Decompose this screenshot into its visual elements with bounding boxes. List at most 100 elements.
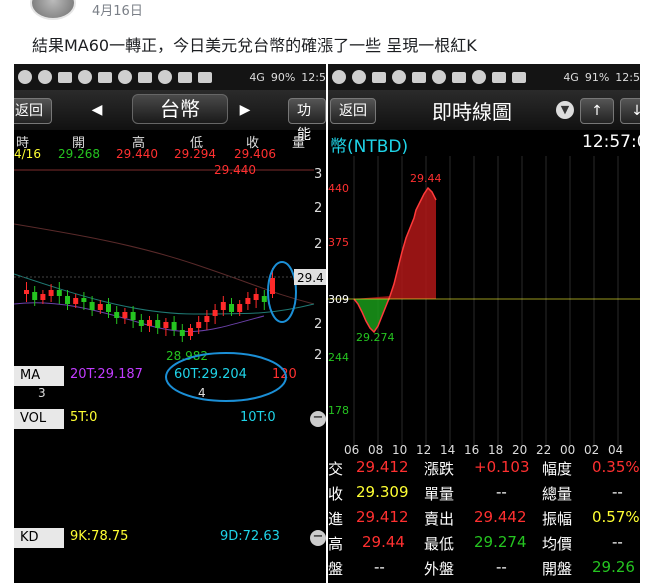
down-button[interactable]: ↓ <box>620 98 640 124</box>
intraday-chart: 440 375 309 244 178 29.44 29.274 06 08 10 1… <box>328 156 640 456</box>
candle <box>114 312 120 318</box>
app-icon <box>38 70 52 84</box>
candle <box>163 322 169 328</box>
table-cell: 進 <box>328 510 344 528</box>
symbol-label: 幣(NTBD) <box>330 137 409 157</box>
vol-5t: 5T:0 <box>70 410 98 425</box>
minus-icon[interactable]: − <box>310 411 326 427</box>
table-cell: 振幅 <box>542 510 573 528</box>
candle <box>32 292 38 300</box>
status-bar: 4G 91% 12:5 <box>328 64 640 90</box>
table-cell: +0.103 <box>474 458 530 476</box>
back-button[interactable]: 返回 <box>14 98 52 124</box>
candle <box>261 296 267 302</box>
y-label: 375 <box>328 236 349 249</box>
table-cell: -- <box>496 558 507 576</box>
post-date[interactable]: 4月16日 <box>92 0 143 19</box>
battery-level: 90% <box>270 70 296 84</box>
time-label: 06 <box>344 443 359 456</box>
candle <box>106 304 111 312</box>
time-label: 18 <box>488 443 503 456</box>
candle <box>97 304 103 310</box>
candle <box>229 304 234 312</box>
candle <box>48 290 54 296</box>
table-row: 交 29.412 漲跌 +0.103 幅度 0.35% <box>328 458 640 483</box>
signal-indicator: 4G <box>249 70 265 84</box>
avatar[interactable] <box>30 0 76 20</box>
back-button[interactable]: 返回 <box>330 98 376 124</box>
table-cell: 29.274 <box>474 533 527 551</box>
facebook-icon <box>512 71 526 83</box>
kd-k: 9K:78.75 <box>70 529 129 544</box>
high-annotation: 29.440 <box>214 164 256 177</box>
candle <box>270 278 275 294</box>
quote-header: 時 開 高 低 收 量 4/16 29.268 29.440 29.294 29… <box>14 132 326 164</box>
clock: 12:5 <box>301 70 326 84</box>
table-cell: -- <box>374 558 385 576</box>
table-cell: 0.57% <box>592 508 640 526</box>
table-cell: 賣出 <box>424 510 455 528</box>
title-bar: 返回 即時線圖 ▼ ↑ ↓ <box>328 90 640 130</box>
dropdown-icon[interactable]: ▼ <box>556 101 574 119</box>
table-row: 盤 -- 外盤 -- 開盤 29.26 <box>328 558 640 583</box>
quote-low: 29.294 <box>174 147 216 161</box>
quote-open: 29.268 <box>58 147 100 161</box>
candle <box>155 320 161 328</box>
time-label: 20 <box>512 443 527 456</box>
post-text: 結果MA60一轉正，今日美元兌台幣的確漲了一些 呈現一根紅K <box>32 36 477 55</box>
candle <box>56 290 62 296</box>
date-axis: 3 4 <box>14 386 326 402</box>
table-row: 進 29.412 賣出 29.442 振幅 0.57% <box>328 508 640 533</box>
time-label: 14 <box>440 443 455 456</box>
function-button[interactable]: 功能 <box>288 98 326 143</box>
candle <box>188 328 193 336</box>
table-cell: 交 <box>328 460 344 478</box>
candle <box>245 298 251 304</box>
table-cell: 29.309 <box>356 483 409 501</box>
quote-close: 29.406 <box>234 147 276 161</box>
kd-tag[interactable]: KD <box>14 528 64 548</box>
candle <box>81 298 87 302</box>
candle <box>253 294 259 300</box>
time-label: 16 <box>464 443 479 456</box>
candle <box>89 302 95 310</box>
table-cell: 29.442 <box>474 508 527 526</box>
time-label: 10 <box>392 443 407 456</box>
quote-date: 4/16 <box>14 147 41 161</box>
y-label: 178 <box>328 404 349 417</box>
table-cell: 單量 <box>424 485 455 503</box>
time-label: 22 <box>536 443 551 456</box>
mail-icon <box>178 71 192 83</box>
table-row: 高 29.44 最低 29.274 均價 -- <box>328 533 640 558</box>
candle <box>220 302 226 310</box>
table-cell: 0.35% <box>592 458 640 476</box>
battery-level: 91% <box>584 70 610 84</box>
app-icon <box>332 70 346 84</box>
table-cell: 開盤 <box>542 560 573 578</box>
table-cell: -- <box>612 533 623 551</box>
image-icon <box>198 71 212 83</box>
prev-arrow-icon[interactable]: ◀ <box>82 98 112 124</box>
alarm-icon <box>432 70 446 84</box>
ma20-line <box>14 302 265 332</box>
table-cell: 收 <box>328 485 344 503</box>
up-button[interactable]: ↑ <box>580 98 614 124</box>
minus-icon[interactable]: − <box>310 530 326 546</box>
candle <box>147 320 152 326</box>
y-label: 244 <box>328 351 349 364</box>
alarm-icon <box>118 70 132 84</box>
vol-tag[interactable]: VOL <box>14 409 64 429</box>
table-cell: 均價 <box>542 535 573 553</box>
next-arrow-icon[interactable]: ▶ <box>230 98 260 124</box>
candle <box>122 312 128 318</box>
table-cell: 29.412 <box>356 508 409 526</box>
time-label: 04 <box>608 443 623 456</box>
clock: 12:5 <box>615 70 640 84</box>
peak-label: 29.44 <box>410 172 442 185</box>
table-cell: 高 <box>328 535 344 553</box>
price-area-down <box>354 299 390 332</box>
stock-app-icon <box>412 71 426 83</box>
table-cell: 29.412 <box>356 458 409 476</box>
trough-label: 29.274 <box>356 331 395 344</box>
table-cell: 29.44 <box>362 533 405 551</box>
